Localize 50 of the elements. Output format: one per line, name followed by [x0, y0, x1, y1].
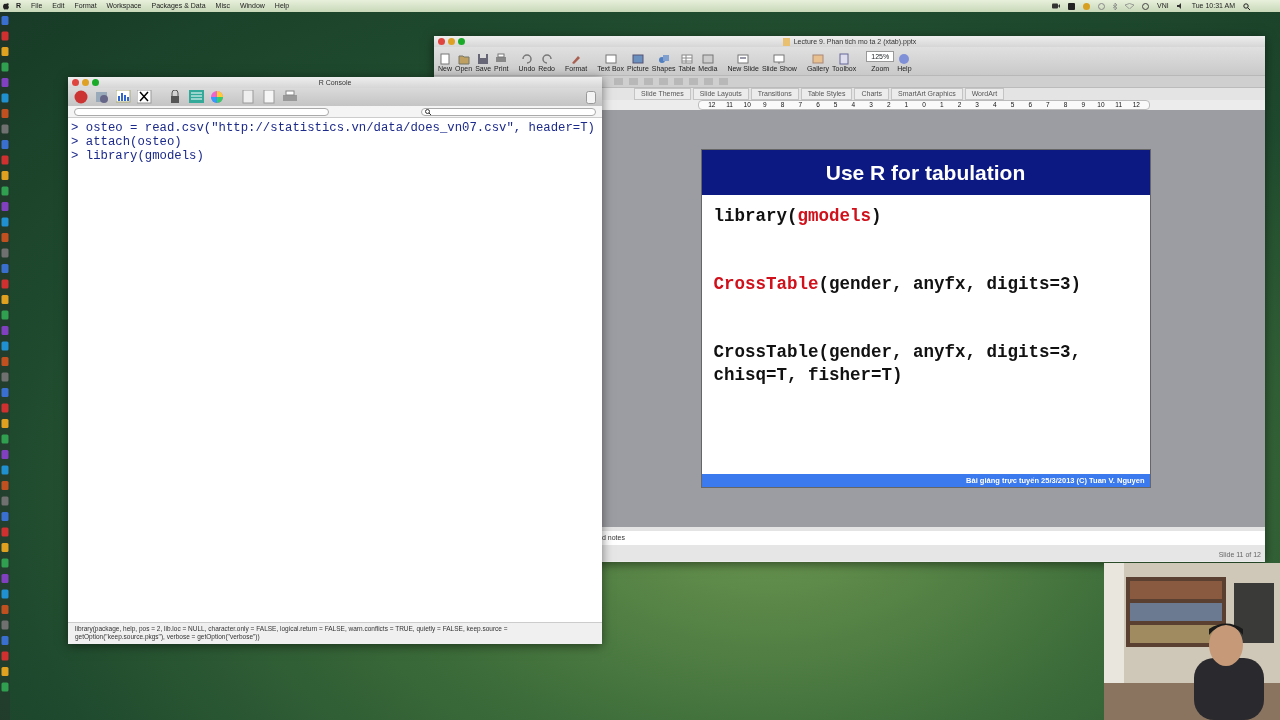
- help-icon: [898, 53, 911, 65]
- wifi-icon[interactable]: [1125, 3, 1134, 9]
- toolbox-icon: [838, 53, 851, 65]
- search-field[interactable]: [421, 107, 596, 116]
- prompt: >: [71, 149, 80, 163]
- close-button[interactable]: [72, 79, 79, 86]
- document-icon: [439, 53, 451, 65]
- picture-icon: [631, 53, 644, 65]
- stop-icon[interactable]: [74, 90, 89, 104]
- printer-icon: [495, 53, 508, 65]
- zoom-button[interactable]: [458, 38, 465, 45]
- textbox-icon: [604, 53, 617, 65]
- bar-chart-icon[interactable]: [116, 90, 131, 104]
- gallery-icon: [812, 53, 824, 65]
- code-line: library(gmodels): [713, 205, 883, 228]
- printer-icon[interactable]: [283, 90, 298, 104]
- command-text: library(gmodels): [85, 149, 204, 163]
- command-text: attach(osteo): [85, 135, 182, 149]
- path-field[interactable]: [74, 107, 329, 116]
- volume-icon[interactable]: [1176, 3, 1184, 9]
- slide-title: Use R for tabulation: [701, 150, 1150, 195]
- brush-icon: [570, 53, 583, 65]
- prompt: >: [71, 121, 80, 135]
- list-icon[interactable]: [189, 90, 204, 104]
- zoom-button[interactable]: [92, 79, 99, 86]
- minimize-button[interactable]: [82, 79, 89, 86]
- color-wheel-icon[interactable]: [210, 90, 225, 104]
- redo-icon: [540, 53, 553, 65]
- sidebar-toggle-icon[interactable]: [586, 90, 596, 104]
- minimize-button[interactable]: [448, 38, 455, 45]
- shapes-icon: [657, 53, 670, 65]
- code-text: CrossTable(gender, anyfx, digits=3,: [713, 341, 1083, 364]
- document-icon[interactable]: [262, 90, 277, 104]
- slide-icon: [737, 53, 750, 65]
- command-text: osteo = read.csv("http://statistics.vn/data/does_vn07.csv", header=T): [85, 121, 595, 135]
- undo-icon: [520, 53, 533, 65]
- search-icon: [425, 108, 431, 115]
- document-icon[interactable]: [241, 90, 256, 104]
- document-icon: [782, 37, 790, 46]
- code-line: CrossTable(gender, anyfx, digits=3): [713, 273, 1083, 296]
- close-button[interactable]: [438, 38, 445, 45]
- bluetooth-icon[interactable]: [1113, 2, 1117, 10]
- folder-icon: [457, 53, 470, 65]
- prompt: >: [71, 135, 80, 149]
- camera-icon[interactable]: [1052, 3, 1060, 9]
- apple-icon[interactable]: [3, 2, 9, 10]
- x-icon[interactable]: [137, 90, 152, 104]
- code-text: chisq=T, fisher=T): [713, 364, 904, 387]
- search-icon[interactable]: [1243, 2, 1250, 10]
- table-icon: [680, 53, 693, 65]
